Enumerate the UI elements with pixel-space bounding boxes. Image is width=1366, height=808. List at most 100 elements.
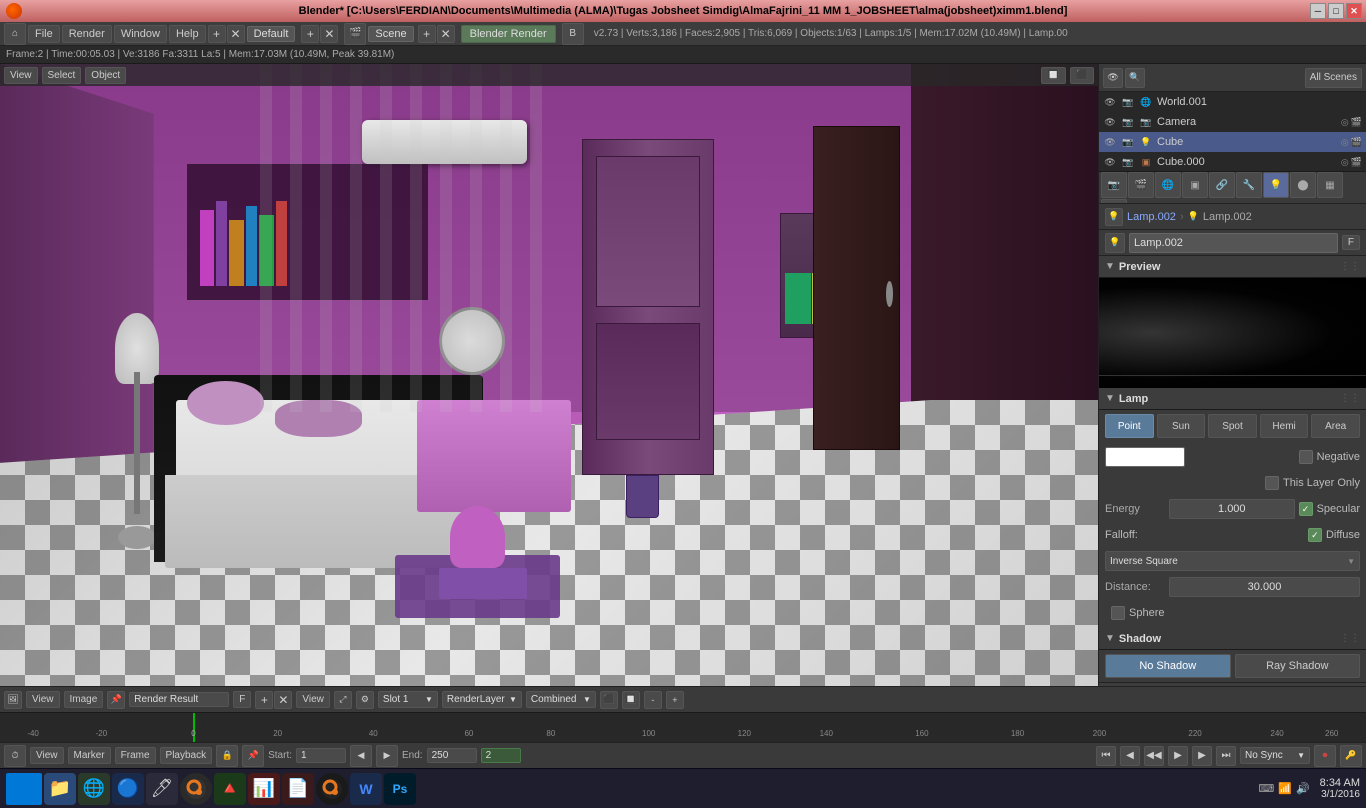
preview-options-icon[interactable]: ⋮⋮	[1340, 261, 1360, 272]
viewport-mode-icon[interactable]: 🔲	[1041, 67, 1065, 84]
layout-add-button[interactable]: +	[301, 25, 319, 43]
image-zoom-out-icon[interactable]: -	[644, 691, 662, 709]
image-image-menu[interactable]: Image	[64, 691, 104, 708]
taskbar-blender2[interactable]	[316, 773, 348, 805]
taskbar-word[interactable]: W	[350, 773, 382, 805]
lamp-color-swatch[interactable]	[1105, 447, 1185, 467]
constraint-props-icon[interactable]: 🔗	[1209, 172, 1235, 198]
blender-home-button[interactable]: ⌂	[4, 23, 26, 45]
taskbar-photoshop[interactable]: Ps	[384, 773, 416, 805]
visibility-icon[interactable]: 👁	[1103, 115, 1117, 129]
system-clock[interactable]: 8:34 AM 3/1/2016	[1320, 777, 1360, 800]
material-props-icon[interactable]: ⬤	[1290, 172, 1316, 198]
prev-frame-button[interactable]: ◀	[1120, 746, 1140, 766]
image-props-icon[interactable]: ⚙	[356, 691, 374, 709]
keyframe-button[interactable]: 🔑	[1340, 745, 1362, 767]
image-editor-type-icon[interactable]: 🖼	[4, 691, 22, 709]
keyboard-icon[interactable]: ⌨	[1258, 782, 1274, 795]
ray-shadow-button[interactable]: Ray Shadow	[1235, 654, 1361, 678]
shadow-options-icon[interactable]: ⋮⋮	[1340, 633, 1360, 644]
render-engine-selector[interactable]: Blender Render	[461, 25, 556, 43]
lock-icon[interactable]: 🔒	[216, 745, 238, 767]
play-reverse-button[interactable]: ◀◀	[1144, 746, 1164, 766]
render-icon[interactable]: 📷	[1121, 95, 1135, 109]
viewport-object-menu[interactable]: Object	[85, 67, 126, 84]
this-layer-checkbox[interactable]	[1265, 476, 1279, 490]
lamp-section-header[interactable]: ▼ Lamp ⋮⋮	[1099, 388, 1366, 410]
custom-props-header[interactable]: ▶ Custom Properties ⋮⋮	[1099, 682, 1366, 686]
timeline-playback-menu[interactable]: Playback	[160, 747, 213, 764]
distance-value-field[interactable]: 30.000	[1169, 577, 1360, 597]
play-button[interactable]: ▶	[1168, 746, 1188, 766]
taskbar-powerpoint[interactable]: 📊	[248, 773, 280, 805]
viewport-view-menu[interactable]: View	[4, 67, 38, 84]
next-frame-button[interactable]: ▶	[1192, 746, 1212, 766]
restrict-render-icon[interactable]: 🎬	[1351, 117, 1362, 128]
scene-remove-button[interactable]: ✕	[437, 25, 455, 43]
render-layer-selector[interactable]: RenderLayer ▼	[442, 691, 522, 708]
start-button[interactable]	[6, 773, 42, 805]
specular-checkbox[interactable]	[1299, 502, 1313, 516]
energy-value-field[interactable]: 1.000	[1169, 499, 1295, 519]
timeline-frame-menu[interactable]: Frame	[115, 747, 156, 764]
menu-help[interactable]: Help	[169, 25, 206, 43]
start-decrement-icon[interactable]: ◀	[350, 745, 372, 767]
scene-add-button[interactable]: +	[418, 25, 436, 43]
preview-section-header[interactable]: ▼ Preview ⋮⋮	[1099, 256, 1366, 278]
start-frame-input[interactable]	[296, 748, 346, 763]
menu-file[interactable]: File	[28, 25, 60, 43]
editor-add-button[interactable]: +	[208, 25, 226, 43]
taskbar-greentri[interactable]: 🔺	[214, 773, 246, 805]
image-remove-button[interactable]: ✕	[274, 691, 292, 709]
image-overlay-icon[interactable]: ⬛	[600, 691, 618, 709]
lamp-sun-button[interactable]: Sun	[1157, 414, 1206, 438]
taskbar-ie[interactable]: 🔵	[112, 773, 144, 805]
layout-remove-button[interactable]: ✕	[320, 25, 338, 43]
volume-icon[interactable]: 🔊	[1296, 782, 1310, 795]
outliner-item-cube[interactable]: 👁 📷 💡 Cube ◎ 🎬	[1099, 132, 1366, 152]
editor-remove-button[interactable]: ✕	[227, 25, 245, 43]
image-f-button[interactable]: F	[233, 691, 251, 708]
minimize-button[interactable]: ─	[1310, 3, 1326, 19]
timeline-type-icon[interactable]: ⏱	[4, 745, 26, 767]
modifier-props-icon[interactable]: 🔧	[1236, 172, 1262, 198]
image-zoom-icon[interactable]: ⤢	[334, 691, 352, 709]
scene-props-icon[interactable]: 🎬	[1128, 172, 1154, 198]
jump-end-button[interactable]: ⏭	[1216, 746, 1236, 766]
data-props-icon[interactable]: 💡	[1263, 172, 1289, 198]
restrict-render-icon2[interactable]: 🎬	[1351, 137, 1362, 148]
image-view-btn2[interactable]: View	[296, 691, 330, 708]
sync-selector[interactable]: No Sync ▼	[1240, 747, 1310, 764]
render-icon[interactable]: 📷	[1121, 115, 1135, 129]
taskbar-chrome[interactable]: 🌐	[78, 773, 110, 805]
render-icon[interactable]: 📷	[1121, 155, 1135, 169]
viewport-select-menu[interactable]: Select	[42, 67, 82, 84]
end-frame-input[interactable]	[427, 748, 477, 763]
all-scenes-dropdown[interactable]: All Scenes	[1305, 68, 1362, 88]
timeline-marker-menu[interactable]: Marker	[68, 747, 111, 764]
sphere-checkbox[interactable]	[1111, 606, 1125, 620]
viewport-shading-icon[interactable]: ⬛	[1070, 67, 1094, 84]
visibility-icon[interactable]: 👁	[1103, 95, 1117, 109]
window-controls[interactable]: ─ □ ✕	[1310, 3, 1362, 19]
lamp-point-button[interactable]: Point	[1105, 414, 1154, 438]
restrict-select-icon3[interactable]: ◎	[1341, 157, 1349, 168]
timeline-view-menu[interactable]: View	[30, 747, 64, 764]
image-zoom-in-icon[interactable]: +	[666, 691, 684, 709]
taskbar-acrobat[interactable]: 📄	[282, 773, 314, 805]
network-icon[interactable]: 📶	[1278, 782, 1292, 795]
restrict-select-icon[interactable]: ◎	[1341, 117, 1349, 128]
outliner-item-cube000[interactable]: 👁 📷 ▣ Cube.000 ◎ 🎬	[1099, 152, 1366, 172]
image-pin-icon[interactable]: 📌	[107, 691, 125, 709]
fake-user-button[interactable]: F	[1342, 235, 1360, 250]
breadcrumb-item-1[interactable]: Lamp.002	[1127, 211, 1176, 223]
layout-selector[interactable]: Default	[247, 26, 296, 42]
current-frame-input[interactable]	[481, 748, 521, 763]
lamp-area-button[interactable]: Area	[1311, 414, 1360, 438]
render-props-icon[interactable]: 📷	[1101, 172, 1127, 198]
lamp-spot-button[interactable]: Spot	[1208, 414, 1257, 438]
no-shadow-button[interactable]: No Shadow	[1105, 654, 1231, 678]
close-button[interactable]: ✕	[1346, 3, 1362, 19]
search-button[interactable]: 🔍	[1125, 68, 1145, 88]
object-props-icon[interactable]: ▣	[1182, 172, 1208, 198]
